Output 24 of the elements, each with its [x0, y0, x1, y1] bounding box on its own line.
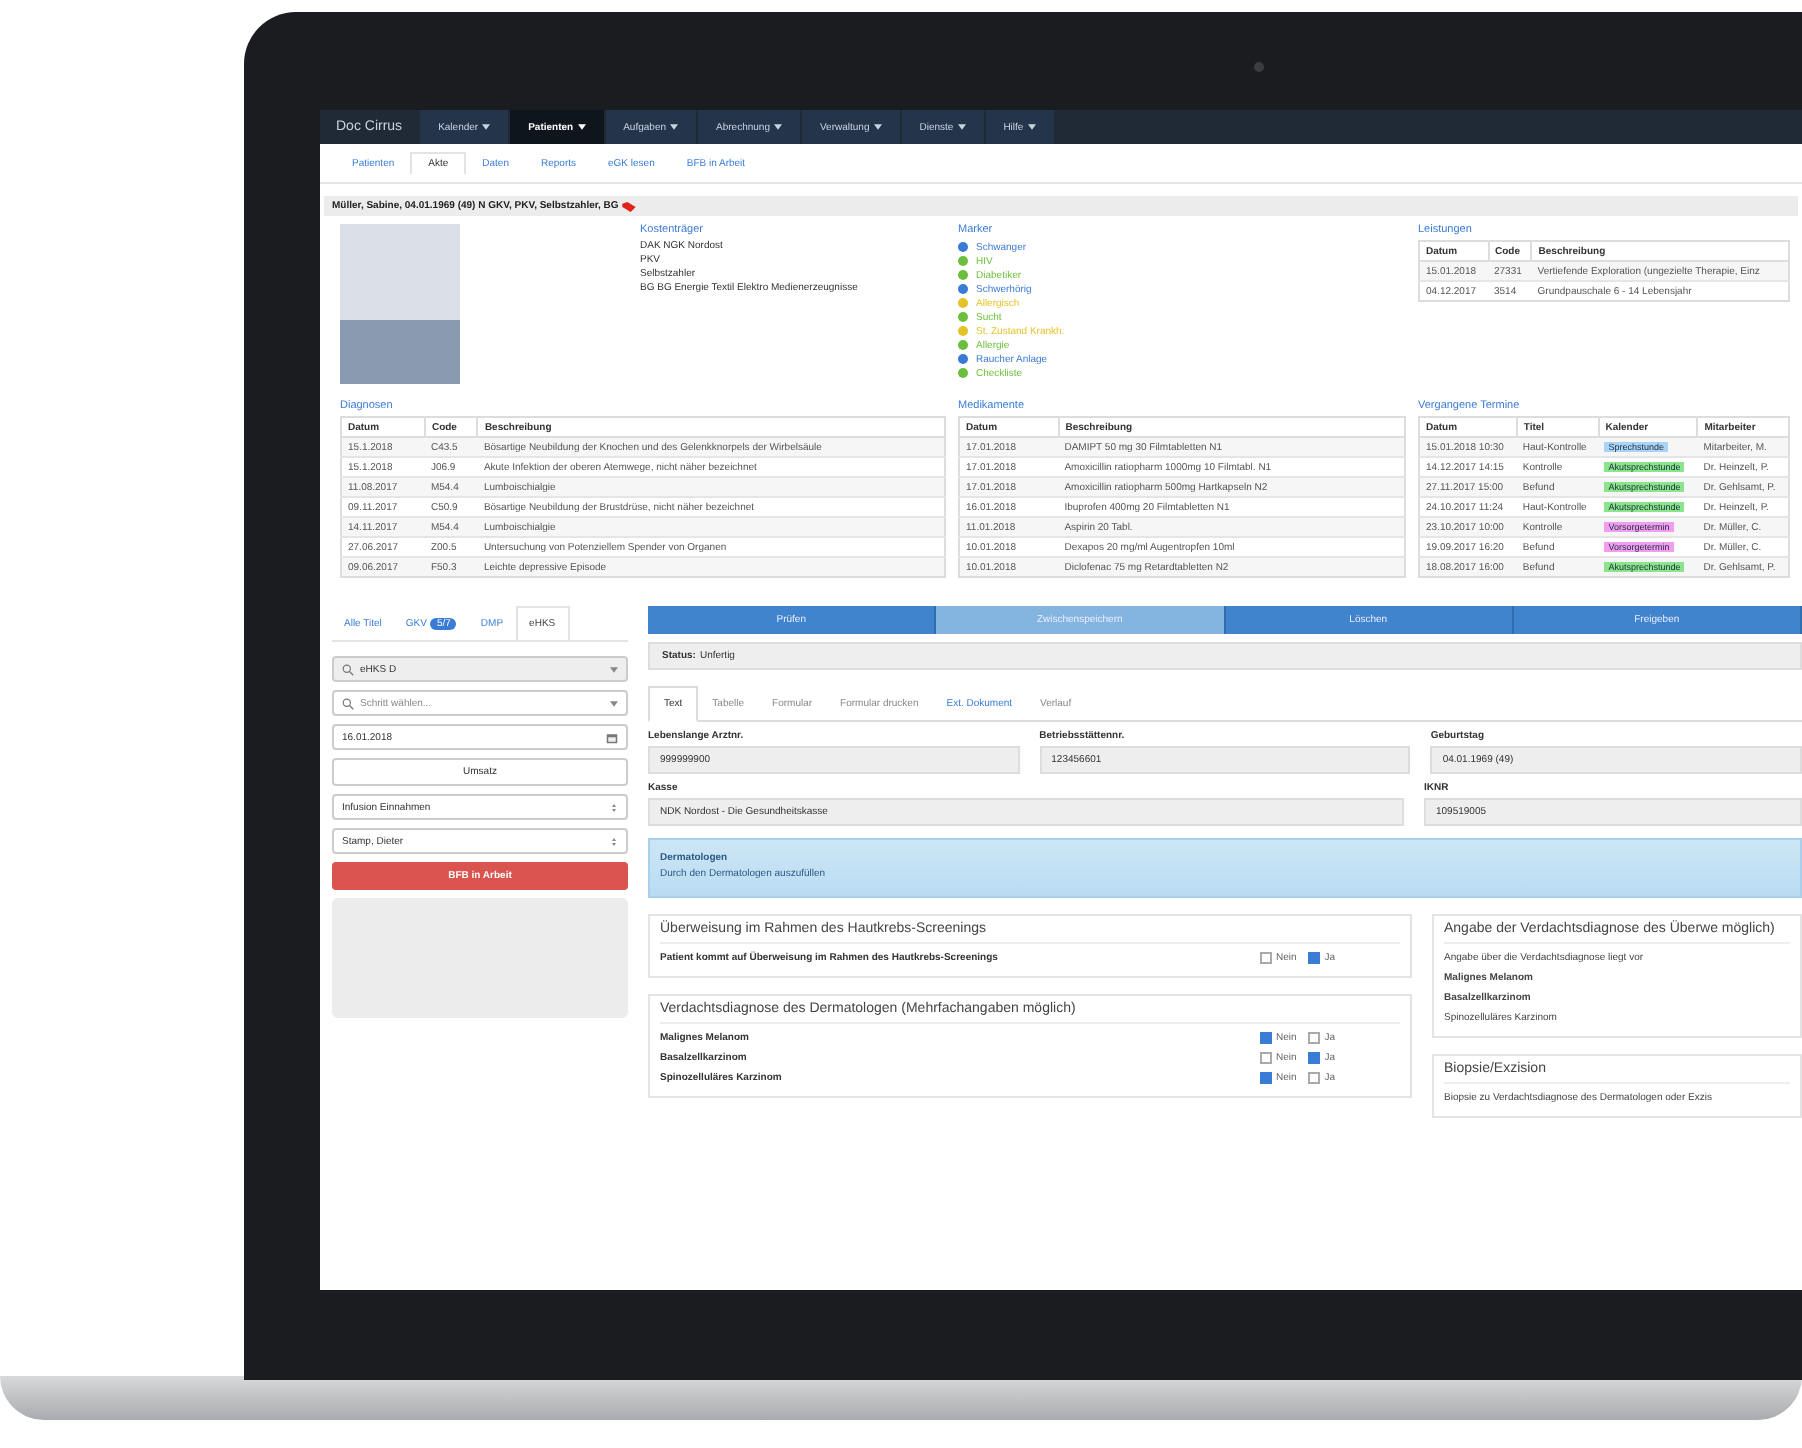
checkbox[interactable]: [1260, 1052, 1272, 1064]
caret-icon: [670, 124, 679, 130]
checkbox[interactable]: [1260, 1072, 1272, 1084]
caret-icon: [957, 124, 966, 130]
calendar-icon: [606, 731, 618, 743]
checkbox[interactable]: [1260, 952, 1272, 964]
caret-icon: [610, 699, 618, 707]
checkbox[interactable]: [1308, 952, 1321, 964]
checkbox[interactable]: [1308, 1072, 1321, 1084]
caret-icon: [610, 665, 618, 673]
caret-icon: [1027, 124, 1036, 130]
checkbox[interactable]: [1260, 1032, 1272, 1044]
caret-icon: [773, 124, 782, 130]
checkbox[interactable]: [1308, 1032, 1321, 1044]
search-icon: [342, 663, 354, 675]
spinner-icon: [610, 803, 618, 811]
caret-icon: [482, 124, 491, 130]
caret-icon: [873, 124, 882, 130]
camera-icon: [1254, 62, 1264, 72]
tag-icon: [622, 201, 637, 211]
spinner-icon: [610, 837, 618, 845]
caret-icon: [577, 124, 586, 130]
search-icon: [342, 697, 354, 709]
checkbox[interactable]: [1308, 1052, 1321, 1064]
